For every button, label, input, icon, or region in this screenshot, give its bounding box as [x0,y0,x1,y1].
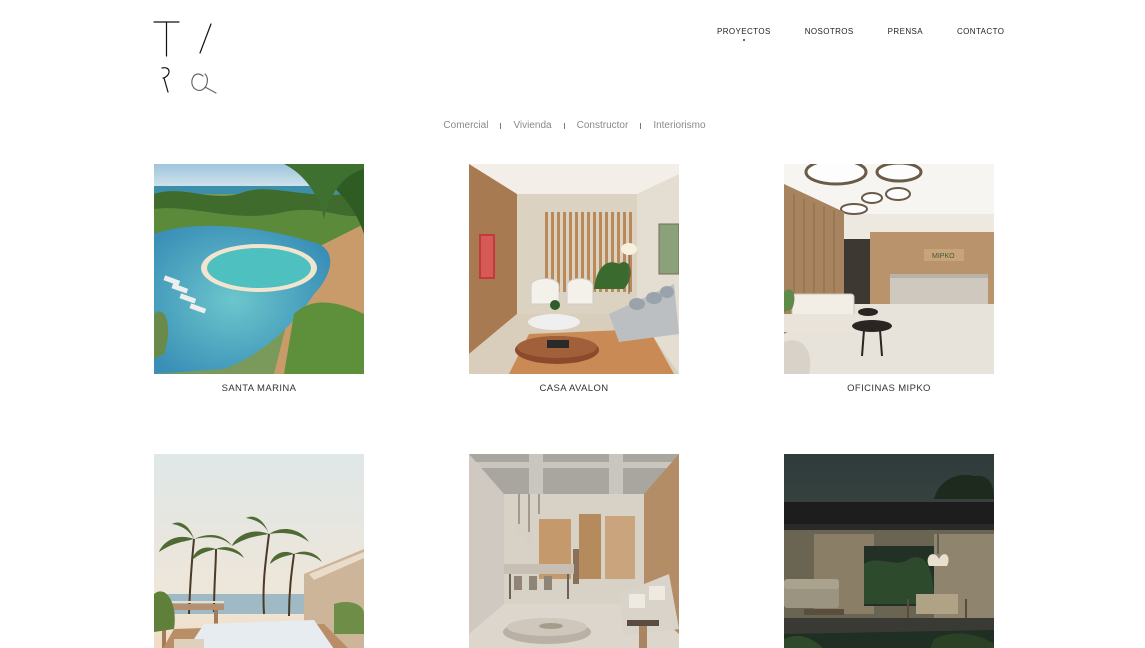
project-card-casa-avalon[interactable]: CASA AVALON [469,164,679,394]
projects-grid: SANTA MARINA CASA AVALON MIPKO OFICINAS … [154,164,994,648]
project-title[interactable]: SANTA MARINA [154,383,364,394]
category-filters: Comercial Vivienda Constructor Interiori… [0,120,1145,131]
filter-vivienda[interactable]: Vivienda [513,120,551,131]
nav-contacto[interactable]: CONTACTO [957,27,1004,36]
nav-nosotros[interactable]: NOSOTROS [805,27,854,36]
filter-interiorismo[interactable]: Interiorismo [653,120,705,131]
modern-interior-image[interactable] [469,454,679,648]
filter-comercial[interactable]: Comercial [443,120,488,131]
nav-prensa[interactable]: PRENSA [888,27,923,36]
project-card-oficinas-mipko[interactable]: MIPKO OFICINAS MIPKO [784,164,994,394]
living-room-image[interactable] [469,164,679,374]
project-title[interactable]: OFICINAS MIPKO [784,383,994,394]
night-terrace-image[interactable] [784,454,994,648]
beach-terrace-image[interactable] [154,454,364,648]
filter-divider [563,122,565,129]
filter-divider [640,122,642,129]
project-card-santa-marina[interactable]: SANTA MARINA [154,164,364,394]
office-lobby-image[interactable]: MIPKO [784,164,994,374]
nav-proyectos[interactable]: PROYECTOS [717,27,771,36]
office-sign-text: MIPKO [932,253,955,260]
project-title[interactable]: CASA AVALON [469,383,679,394]
brand-logo[interactable] [153,20,219,96]
resort-pool-image[interactable] [154,164,364,374]
filter-divider [500,122,502,129]
project-card-beach-terrace[interactable] [154,454,364,648]
project-card-modern-interior[interactable] [469,454,679,648]
logo-mark [153,21,217,94]
project-card-night-terrace[interactable] [784,454,994,648]
main-nav: PROYECTOS NOSOTROS PRENSA CONTACTO [717,27,1004,36]
filter-constructor[interactable]: Constructor [577,120,629,131]
